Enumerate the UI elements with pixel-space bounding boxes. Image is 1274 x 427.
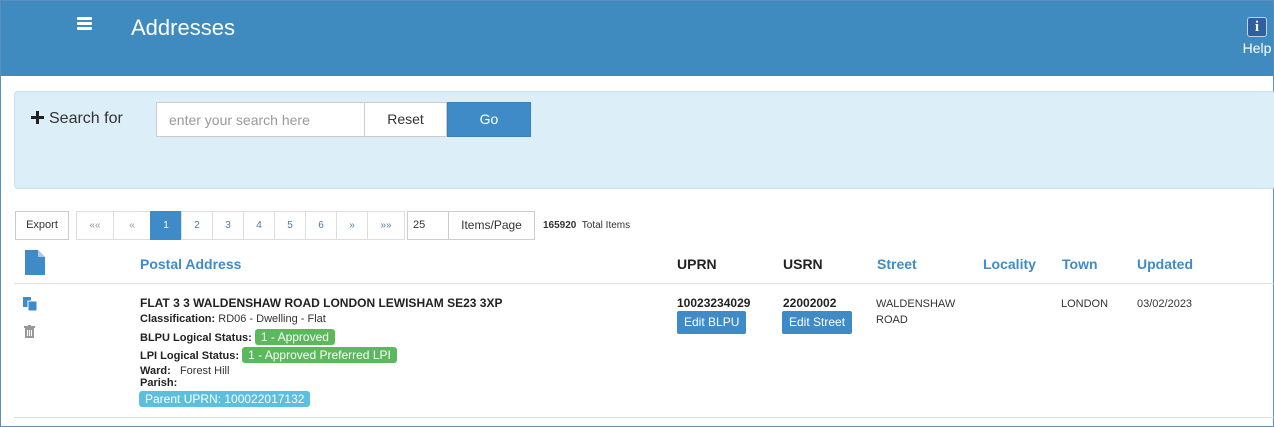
- menu-icon[interactable]: [77, 17, 92, 30]
- first-page-button[interactable]: ««: [76, 211, 114, 240]
- pagination: «« « 1 2 3 4 5 6 » »»: [76, 211, 405, 240]
- edit-street-button[interactable]: Edit Street: [782, 311, 853, 334]
- help-button[interactable]: i Help: [1239, 17, 1274, 56]
- next-page-button[interactable]: »: [336, 211, 368, 240]
- page-6-button[interactable]: 6: [305, 211, 337, 240]
- header-locality[interactable]: Locality: [983, 256, 1036, 272]
- street-line-1: WALDENSHAW: [876, 298, 956, 310]
- postal-address: FLAT 3 3 WALDENSHAW ROAD LONDON LEWISHAM…: [140, 296, 503, 310]
- reset-button[interactable]: Reset: [364, 102, 447, 137]
- page-4-button[interactable]: 4: [243, 211, 275, 240]
- usrn-value: 22002002: [783, 296, 837, 310]
- copy-icon[interactable]: [23, 297, 37, 311]
- lpi-status-label: LPI Logical Status:: [140, 350, 240, 362]
- page-size-input[interactable]: 25: [407, 211, 449, 240]
- header-usrn: USRN: [783, 256, 823, 272]
- lpi-status-badge: 1 - Approved Preferred LPI: [242, 347, 397, 363]
- parish-line: Parish:: [140, 377, 177, 389]
- blpu-status-line: BLPU Logical Status: 1 - Approved: [140, 329, 335, 345]
- classification-label: Classification:: [140, 313, 216, 325]
- ward-label: Ward:: [140, 365, 171, 377]
- parish-label: Parish:: [140, 377, 178, 389]
- total-count: 165920: [543, 220, 577, 231]
- header-street[interactable]: Street: [877, 256, 917, 272]
- header-divider: [14, 283, 1274, 284]
- page-3-button[interactable]: 3: [212, 211, 244, 240]
- page-2-button[interactable]: 2: [181, 211, 213, 240]
- row-divider: [14, 417, 1274, 418]
- help-label[interactable]: Help: [1239, 40, 1274, 56]
- search-toggle[interactable]: Search for: [31, 110, 123, 128]
- export-button[interactable]: Export: [15, 211, 69, 240]
- total-label: Total Items: [581, 220, 631, 231]
- header-postal-address[interactable]: Postal Address: [140, 256, 241, 272]
- town-value: LONDON: [1061, 298, 1109, 310]
- classification-value: RD06 - Dwelling - Flat: [218, 313, 326, 325]
- go-button[interactable]: Go: [447, 102, 531, 137]
- ward-value: Forest Hill: [179, 365, 230, 377]
- document-icon[interactable]: [25, 250, 45, 275]
- total-items: 165920 Total Items: [543, 220, 630, 231]
- parent-uprn-badge[interactable]: Parent UPRN: 100022017132: [139, 391, 311, 407]
- street-line-2: ROAD: [876, 314, 908, 326]
- header-town[interactable]: Town: [1062, 256, 1098, 272]
- ward-line: Ward: Forest Hill: [140, 365, 229, 377]
- search-panel: Search for Reset Go: [14, 91, 1274, 189]
- page-title: Addresses: [131, 15, 235, 40]
- page-1-button[interactable]: 1: [150, 211, 182, 240]
- last-page-button[interactable]: »»: [367, 211, 405, 240]
- trash-icon[interactable]: [24, 325, 35, 338]
- page-5-button[interactable]: 5: [274, 211, 306, 240]
- items-per-page-label: Items/Page: [448, 211, 535, 240]
- edit-blpu-button[interactable]: Edit BLPU: [677, 311, 747, 334]
- lpi-status-line: LPI Logical Status: 1 - Approved Preferr…: [140, 347, 397, 363]
- app-header: Addresses i Help: [1, 1, 1273, 76]
- search-input[interactable]: [156, 102, 365, 137]
- classification-line: Classification: RD06 - Dwelling - Flat: [140, 313, 326, 325]
- header-updated[interactable]: Updated: [1137, 256, 1193, 272]
- street-value: WALDENSHAW ROAD: [876, 296, 955, 328]
- search-label[interactable]: Search for: [49, 110, 123, 127]
- header-uprn: UPRN: [677, 256, 717, 272]
- blpu-status-label: BLPU Logical Status:: [140, 332, 252, 344]
- plus-icon[interactable]: [31, 111, 44, 124]
- updated-value: 03/02/2023: [1137, 298, 1193, 310]
- info-icon[interactable]: i: [1247, 17, 1267, 37]
- uprn-value: 10023234029: [677, 296, 751, 310]
- prev-page-button[interactable]: «: [113, 211, 151, 240]
- blpu-status-badge: 1 - Approved: [254, 329, 335, 345]
